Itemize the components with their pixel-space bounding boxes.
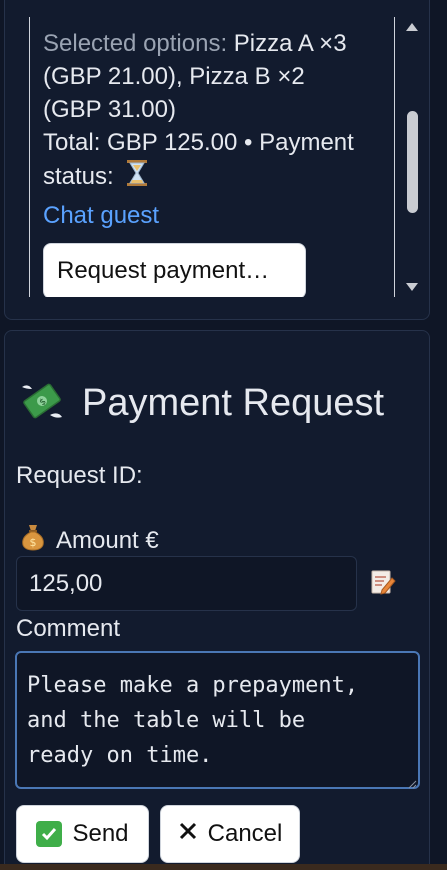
request-payment-button[interactable]: Request payment… [43,243,306,297]
amount-input[interactable] [16,556,357,611]
money-bag-icon: $ [20,523,46,558]
svg-text:$: $ [30,536,37,549]
selected-options-value-3: (GBP 31.00) [43,96,176,123]
scroll-up-arrow-icon[interactable] [406,23,418,31]
amount-label-row: $ Amount € [16,523,159,558]
textarea-resize-handle-icon[interactable] [407,776,417,794]
scroll-down-arrow-icon[interactable] [406,283,418,291]
vertical-scrollbar[interactable] [402,17,423,297]
comment-label: Comment [16,615,121,642]
selected-options-value-2: (GBP 21.00), Pizza B ×2 [43,63,305,90]
scrollbar-thumb[interactable] [407,111,418,213]
cancel-button[interactable]: Cancel [160,805,300,863]
money-with-wings-icon: $ [20,381,64,426]
order-summary-card: Selected options: Pizza A ×3 (GBP 21.00)… [4,0,430,320]
close-icon [178,820,198,848]
check-mark-icon [36,821,63,847]
send-button[interactable]: Send [16,805,149,863]
bottom-edge-strip [0,864,447,870]
total-line: Total: GBP 125.00 • Payment [43,129,354,156]
edit-memo-icon[interactable] [370,568,396,601]
cancel-button-label: Cancel [207,820,283,847]
payment-request-header: $ Payment Request [20,381,384,426]
comment-textarea[interactable]: Please make a prepayment, and the table … [15,651,420,789]
selected-options-value-1: Pizza A ×3 [233,30,347,57]
payment-status-line: status: [43,159,394,196]
send-button-label: Send [72,820,129,847]
payment-status-label: status: [43,162,114,190]
order-details-scroll-area[interactable]: Selected options: Pizza A ×3 (GBP 21.00)… [29,17,395,297]
selected-options-label: Selected options: [43,30,228,57]
request-id-label: Request ID: [16,462,143,489]
chat-guest-link[interactable]: Chat guest [43,197,394,235]
amount-label: Amount € [56,526,159,554]
payment-request-title: Payment Request [82,382,385,424]
payment-request-card: $ Payment Request Request ID: $ Amount € [4,330,430,870]
selected-options-line: Selected options: Pizza A ×3 [43,27,394,60]
hourglass-icon [126,159,148,196]
